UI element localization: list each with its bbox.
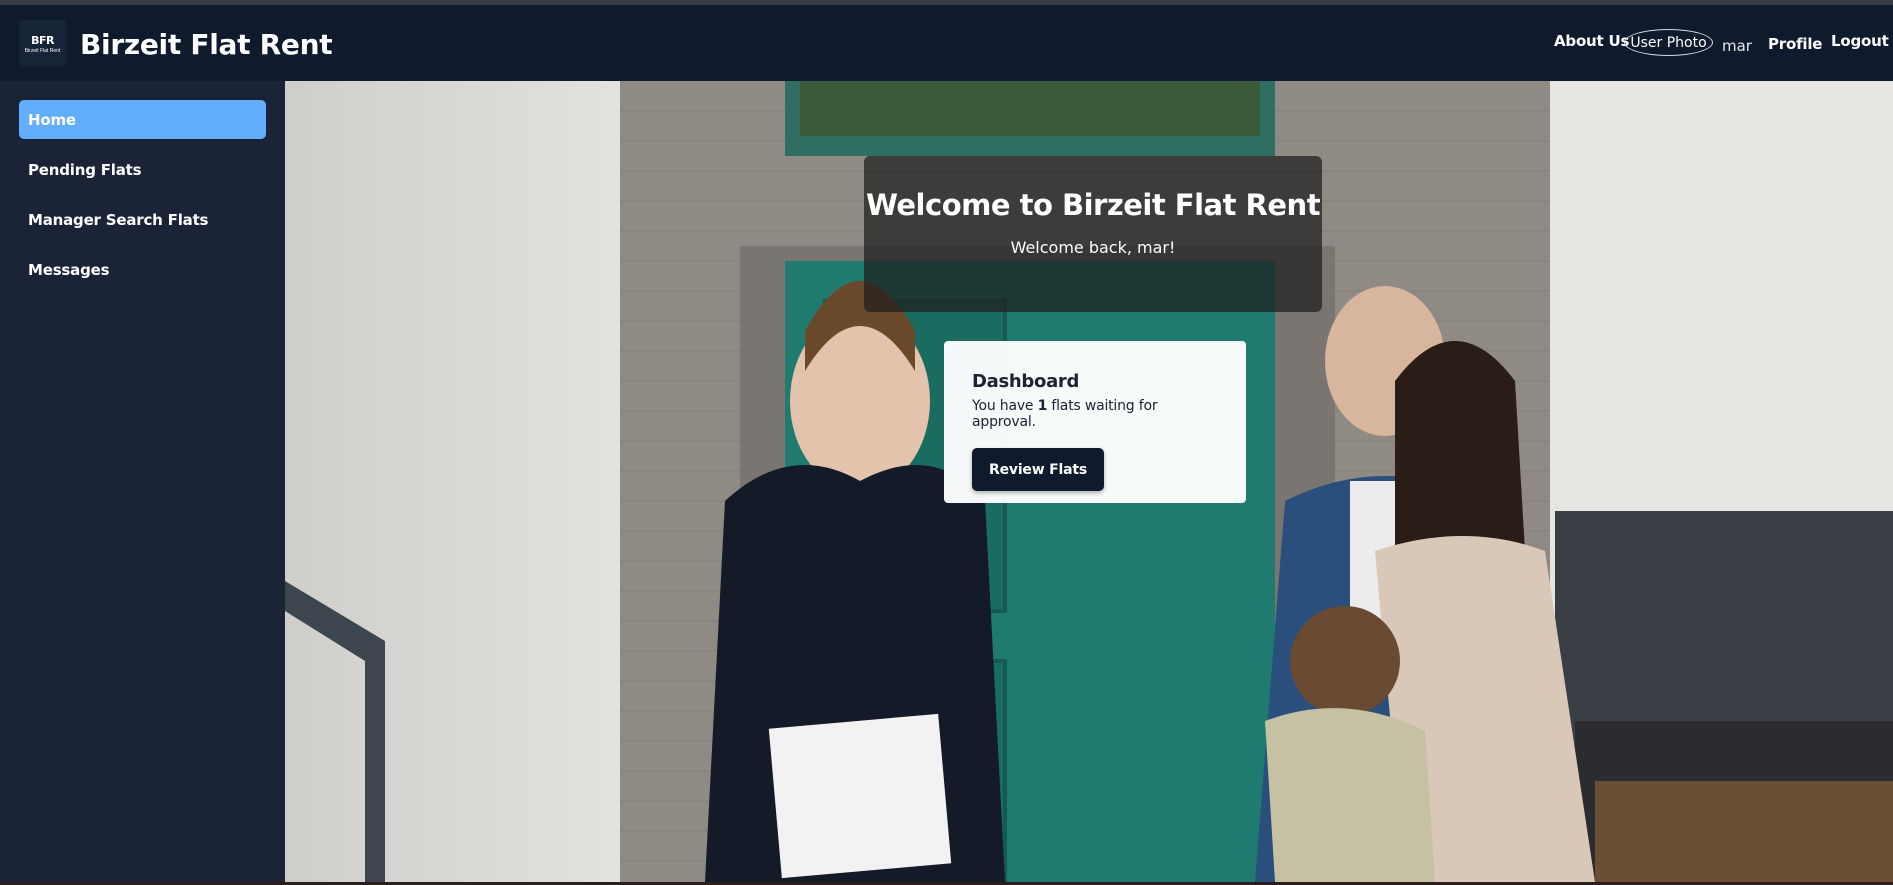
site-title: Birzeit Flat Rent (80, 28, 333, 61)
dashboard-text-before: You have (972, 398, 1038, 414)
welcome-subtitle: Welcome back, mar! (1010, 238, 1176, 257)
sidebar-item-manager-search-flats[interactable]: Manager Search Flats (19, 200, 266, 239)
profile-link[interactable]: Profile (1768, 35, 1822, 53)
logo-subtext: Birzeit Flat Rent (24, 47, 61, 54)
main-content: Welcome to Birzeit Flat Rent Welcome bac… (285, 81, 1893, 882)
username-label[interactable]: mar (1722, 37, 1752, 55)
site-logo[interactable]: BFR Birzeit Flat Rent (19, 20, 66, 67)
user-photo[interactable]: User Photo (1624, 29, 1713, 56)
dashboard-text: You have 1 flats waiting for approval. (972, 398, 1218, 430)
review-flats-button[interactable]: Review Flats (972, 448, 1104, 491)
about-us-link[interactable]: About Us (1554, 32, 1629, 50)
dashboard-card: Dashboard You have 1 flats waiting for a… (944, 341, 1246, 503)
sidebar-item-pending-flats[interactable]: Pending Flats (19, 150, 266, 189)
sidebar-item-messages[interactable]: Messages (19, 250, 266, 289)
pending-count: 1 (1037, 398, 1048, 414)
top-navbar: BFR Birzeit Flat Rent Birzeit Flat Rent … (0, 5, 1893, 81)
sidebar-item-home[interactable]: Home (19, 100, 266, 139)
logout-link[interactable]: Logout (1831, 32, 1889, 50)
welcome-title: Welcome to Birzeit Flat Rent (865, 188, 1321, 222)
dashboard-title: Dashboard (972, 371, 1080, 392)
sidebar: Home Pending Flats Manager Search Flats … (0, 81, 285, 885)
logo-text: BFR (31, 33, 54, 47)
welcome-banner: Welcome to Birzeit Flat Rent Welcome bac… (864, 156, 1322, 312)
